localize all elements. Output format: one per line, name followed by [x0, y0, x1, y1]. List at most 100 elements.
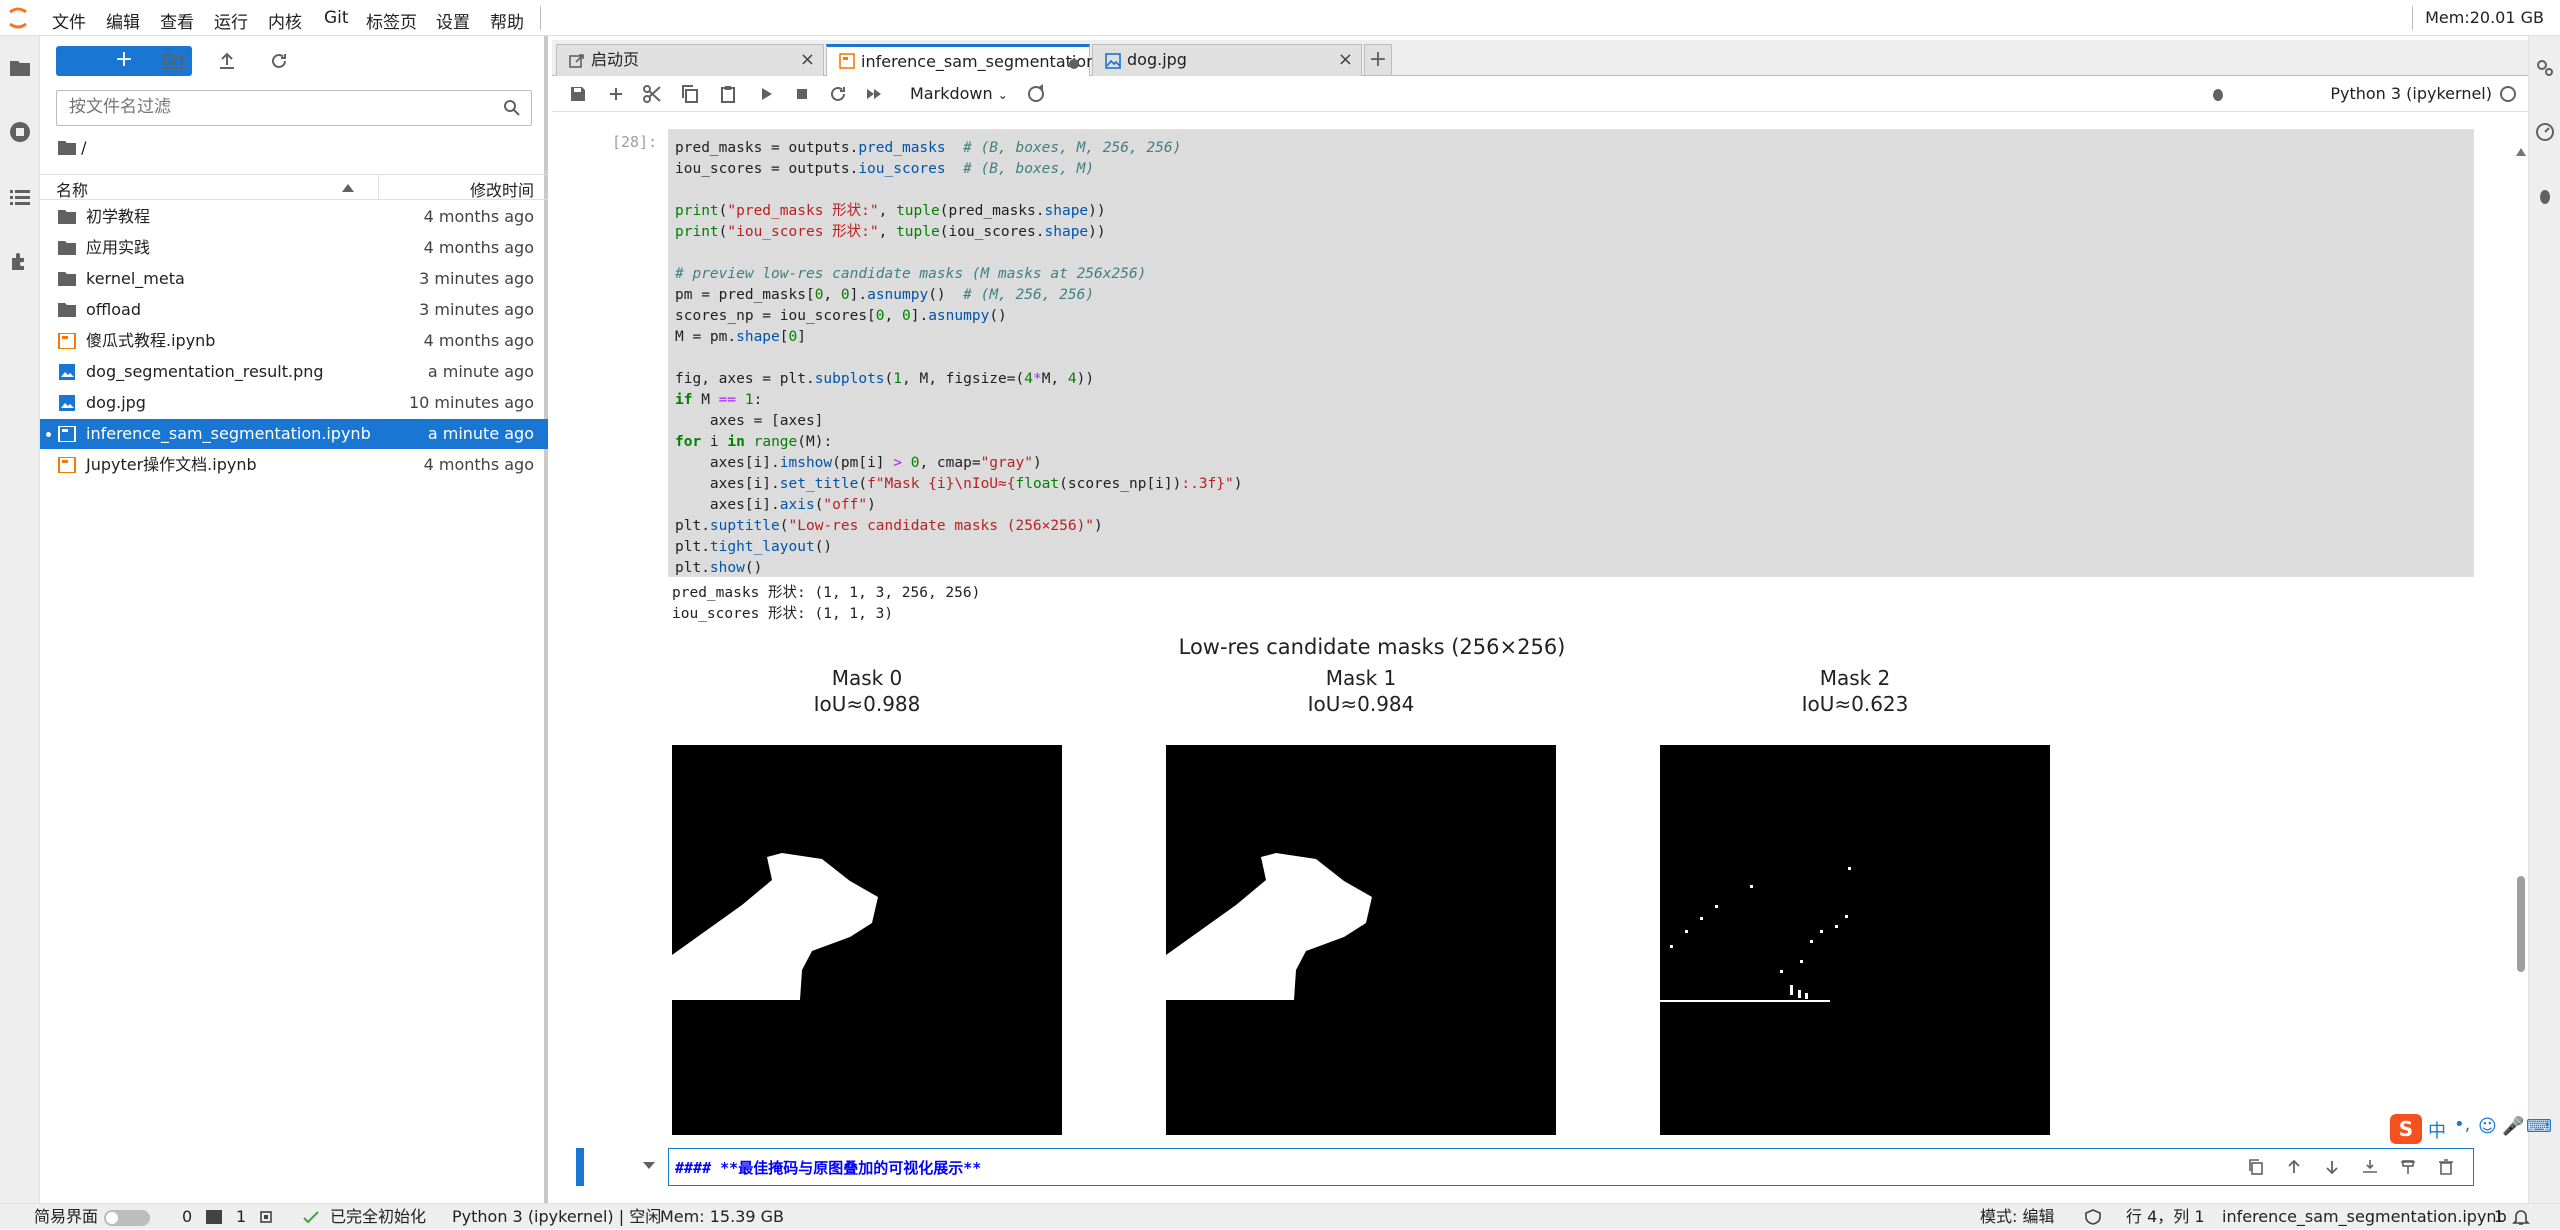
cursor-position[interactable]: 行 4，列 1 — [2126, 1204, 2205, 1230]
upload-icon[interactable] — [216, 50, 238, 72]
mask-title: Mask 0 — [831, 666, 903, 690]
ime-punct-icon[interactable]: •, — [2454, 1114, 2470, 1135]
duplicate-cell-icon[interactable] — [2247, 1158, 2265, 1176]
cpu-icon[interactable] — [258, 1209, 274, 1225]
cut-icon[interactable] — [642, 84, 662, 104]
file-name: inference_sam_segmentation.ipynb — [86, 424, 371, 443]
code-cell-editor[interactable]: pred_masks = outputs.pred_masks # (B, bo… — [668, 129, 2474, 577]
property-inspector-icon[interactable] — [2535, 58, 2555, 78]
delete-icon[interactable] — [2437, 1158, 2455, 1176]
menu-view[interactable]: 查看 — [160, 8, 194, 33]
kernel-name[interactable]: Python 3 (ipykernel) — [2330, 84, 2492, 103]
close-icon[interactable]: × — [800, 45, 815, 75]
file-filter[interactable] — [56, 90, 532, 126]
save-icon[interactable] — [568, 84, 588, 104]
ime-keyboard-icon[interactable]: ⌨ — [2526, 1116, 2552, 1137]
file-row[interactable]: 应用实践 4 months ago — [40, 233, 548, 263]
mask-image-1 — [1166, 745, 1556, 1135]
notebook-icon — [58, 333, 76, 349]
git-status-icon[interactable] — [302, 1209, 320, 1225]
ime-emoji-icon[interactable]: ☺ — [2478, 1116, 2497, 1137]
main-area: 启动页 × inference_sam_segmentation dog.jpg… — [552, 36, 2528, 1218]
panel-title-2: Mask 2 IoU≈0.623 — [1660, 665, 2050, 717]
menu-bar: 文件 编辑 查看 运行 内核 Git 标签页 设置 帮助 Mem:20.01 G… — [0, 0, 2560, 36]
tab-notebook[interactable]: inference_sam_segmentation — [826, 44, 1096, 77]
file-name: offload — [86, 300, 142, 319]
copy-icon[interactable] — [680, 84, 700, 104]
run-icon[interactable] — [756, 84, 776, 104]
menu-help[interactable]: 帮助 — [490, 8, 524, 33]
ime-chinese-mode-icon[interactable]: 中 — [2428, 1117, 2446, 1143]
tab-image[interactable]: dog.jpg × — [1092, 44, 1362, 76]
memory-indicator: Mem:20.01 GB — [2412, 6, 2552, 30]
notebook-icon — [839, 53, 855, 69]
insert-below-icon[interactable] — [2399, 1158, 2417, 1176]
close-icon[interactable]: × — [1338, 45, 1353, 75]
column-name[interactable]: 名称 — [56, 177, 88, 201]
gauge-icon[interactable] — [2535, 122, 2555, 142]
menu-run[interactable]: 运行 — [214, 8, 248, 33]
menu-edit[interactable]: 编辑 — [106, 8, 140, 33]
git-diff-icon[interactable] — [1026, 84, 1046, 104]
terminal-icon[interactable] — [206, 1210, 222, 1224]
running-dot-icon — [46, 432, 51, 437]
menu-kernel[interactable]: 内核 — [268, 8, 302, 33]
scroll-up-icon[interactable] — [2516, 148, 2526, 156]
ime-logo-icon[interactable]: S — [2390, 1114, 2422, 1144]
insert-cell-icon[interactable] — [606, 84, 626, 104]
mask-title: Mask 1 — [1325, 666, 1397, 690]
insert-above-icon[interactable] — [2361, 1158, 2379, 1176]
kernel-status[interactable]: Python 3 (ipykernel) | 空闲 — [452, 1204, 661, 1230]
collapse-icon[interactable] — [642, 1161, 656, 1171]
restart-icon[interactable] — [828, 84, 848, 104]
menu-file[interactable]: 文件 — [52, 8, 86, 33]
file-row[interactable]: dog.jpg 10 minutes ago — [40, 388, 548, 418]
file-modified: 4 months ago — [423, 455, 534, 474]
cell-type-select[interactable]: Markdown ⌄ — [910, 84, 1008, 103]
debugger-icon[interactable] — [2535, 186, 2555, 206]
file-row[interactable]: 初学教程 4 months ago — [40, 202, 548, 232]
toc-icon[interactable] — [8, 186, 32, 210]
fast-forward-icon[interactable] — [864, 84, 884, 104]
ime-voice-icon[interactable]: 🎤 — [2502, 1116, 2524, 1137]
refresh-icon[interactable] — [268, 50, 290, 72]
scroll-thumb[interactable] — [2517, 876, 2525, 972]
column-modified[interactable]: 修改时间 — [470, 177, 534, 201]
filter-input[interactable] — [69, 91, 489, 123]
paste-icon[interactable] — [718, 84, 738, 104]
file-name: kernel_meta — [86, 269, 185, 288]
file-name: dog_segmentation_result.png — [86, 362, 324, 381]
stop-icon[interactable] — [792, 84, 812, 104]
tab-launcher[interactable]: 启动页 × — [556, 44, 824, 76]
launcher-icon — [569, 54, 584, 68]
file-row[interactable]: kernel_meta 3 minutes ago — [40, 264, 548, 294]
markdown-cell-editor[interactable]: #### **最佳掩码与原图叠加的可视化展示** — [668, 1148, 2474, 1186]
left-sidebar — [0, 36, 40, 1203]
output-figure: Low-res candidate masks (256×256) Mask 0… — [672, 633, 2112, 1203]
move-down-icon[interactable] — [2323, 1158, 2341, 1176]
file-row[interactable]: 傻瓜式教程.ipynb 4 months ago — [40, 326, 548, 356]
bell-icon[interactable] — [2512, 1208, 2530, 1226]
file-row[interactable]: dog_segmentation_result.png a minute ago — [40, 357, 548, 387]
simple-mode-toggle[interactable] — [104, 1210, 150, 1226]
menu-settings[interactable]: 设置 — [436, 8, 470, 33]
file-row[interactable]: inference_sam_segmentation.ipynb a minute… — [40, 419, 548, 449]
breadcrumb-root[interactable]: / — [81, 138, 86, 157]
unsaved-dot-icon[interactable] — [1069, 59, 1079, 69]
cell-prompt: [28]: — [612, 133, 658, 151]
new-folder-icon[interactable] — [162, 50, 184, 72]
running-icon[interactable] — [8, 120, 32, 144]
extension-icon[interactable] — [8, 250, 32, 274]
bug-icon[interactable] — [2208, 84, 2228, 104]
move-up-icon[interactable] — [2285, 1158, 2303, 1176]
folder-icon[interactable] — [8, 56, 32, 80]
add-tab-button[interactable]: + — [1364, 44, 1392, 76]
file-row[interactable]: Jupyter操作文档.ipynb 4 months ago — [40, 450, 548, 480]
breadcrumb[interactable]: / — [58, 138, 86, 157]
menu-tabs[interactable]: 标签页 — [366, 8, 417, 33]
chevron-down-icon: ⌄ — [997, 88, 1008, 102]
menu-git[interactable]: Git — [324, 8, 349, 28]
cell-output: pred_masks 形状: (1, 1, 3, 256, 256) iou_sc… — [672, 583, 980, 625]
file-row[interactable]: offload 3 minutes ago — [40, 295, 548, 325]
trusted-icon[interactable] — [2084, 1209, 2102, 1225]
